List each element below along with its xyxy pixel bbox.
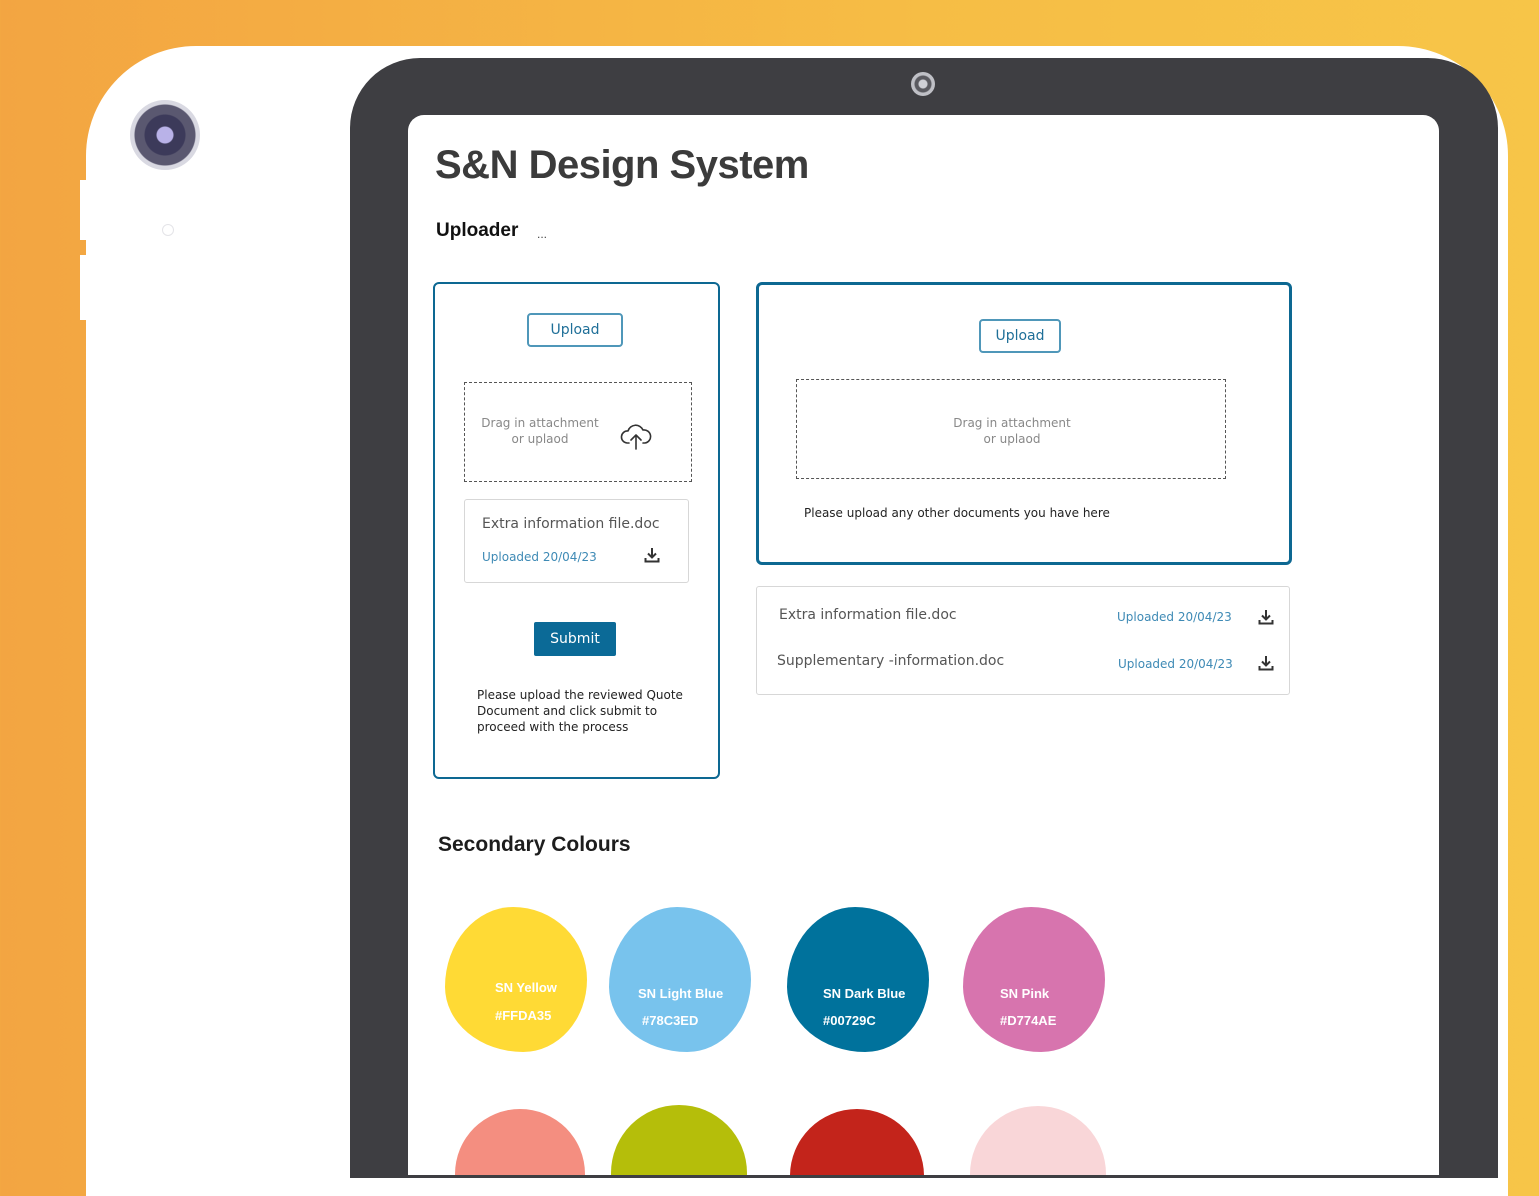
download-icon[interactable] bbox=[1258, 655, 1274, 671]
swatch-name: SN Dark Blue bbox=[823, 986, 906, 1001]
colour-swatch-yellow: SN Yellow #FFDA35 bbox=[445, 907, 587, 1052]
page-title: S&N Design System bbox=[435, 143, 809, 187]
file-upload-date: Uploaded 20/04/23 bbox=[482, 550, 597, 564]
swatch-name: SN Pink bbox=[1000, 986, 1050, 1001]
tablet-screen: S&N Design System Uploader ... Upload Dr… bbox=[408, 115, 1439, 1175]
swatch-blob bbox=[963, 907, 1105, 1052]
cloud-upload-icon bbox=[620, 424, 652, 450]
device-side-button bbox=[80, 180, 90, 240]
uploaded-files-list: Extra information file.doc Uploaded 20/0… bbox=[756, 586, 1290, 695]
dropzone-text-line1: Drag in attachment bbox=[481, 416, 599, 430]
swatch-blob bbox=[609, 907, 751, 1052]
uploaded-file-card: Extra information file.doc Uploaded 20/0… bbox=[464, 499, 689, 583]
file-upload-date: Uploaded 20/04/23 bbox=[1118, 657, 1233, 671]
colour-swatch-lime bbox=[611, 1105, 747, 1175]
swatch-hex: #00729C bbox=[823, 1013, 876, 1028]
section-more-indicator: ... bbox=[537, 227, 548, 241]
uploader-card-compact: Upload Drag in attachment or uplaod Extr… bbox=[433, 282, 720, 779]
section-title-uploader: Uploader bbox=[436, 220, 519, 241]
instruction-text: Please upload any other documents you ha… bbox=[804, 506, 1110, 520]
dropzone[interactable]: Drag in attachment or uplaod bbox=[796, 379, 1226, 479]
dropzone-text-line2: or uplaod bbox=[983, 432, 1041, 446]
swatch-name: SN Light Blue bbox=[638, 986, 724, 1001]
file-upload-date: Uploaded 20/04/23 bbox=[1117, 610, 1232, 624]
dropzone-text-line1: Drag in attachment bbox=[953, 416, 1071, 430]
submit-button[interactable]: Submit bbox=[534, 622, 616, 656]
swatch-name: SN Yellow bbox=[495, 980, 557, 995]
instruction-line: Please upload the reviewed Quote bbox=[477, 688, 683, 702]
file-name: Extra information file.doc bbox=[482, 516, 660, 532]
section-title-colours: Secondary Colours bbox=[438, 833, 631, 856]
device-side-button bbox=[80, 255, 90, 320]
dropzone-text-line2: or uplaod bbox=[511, 432, 569, 446]
colour-swatch-pink: SN Pink #D774AE bbox=[963, 907, 1105, 1052]
upload-button[interactable]: Upload bbox=[979, 319, 1061, 353]
dropzone[interactable]: Drag in attachment or uplaod bbox=[464, 382, 692, 482]
colour-swatch-light-blue: SN Light Blue #78C3ED bbox=[609, 907, 751, 1052]
swatch-blob bbox=[787, 907, 929, 1052]
instruction-line: Document and click submit to bbox=[477, 704, 658, 718]
colour-swatch-red bbox=[790, 1109, 924, 1175]
device-sensor bbox=[162, 224, 174, 236]
colour-swatch-dark-blue: SN Dark Blue #00729C bbox=[787, 907, 929, 1052]
uploader-card-wide: Upload Drag in attachment or uplaod Plea… bbox=[756, 282, 1292, 565]
file-name: Supplementary -information.doc bbox=[777, 653, 1005, 669]
instruction-line: proceed with the process bbox=[477, 720, 629, 734]
tablet-camera-icon bbox=[911, 72, 935, 96]
upload-button[interactable]: Upload bbox=[527, 313, 623, 347]
colour-swatch-light-pink bbox=[970, 1106, 1106, 1175]
swatch-hex: #D774AE bbox=[1000, 1013, 1057, 1028]
swatch-hex: #78C3ED bbox=[642, 1013, 699, 1028]
colour-swatch-salmon bbox=[455, 1109, 585, 1175]
download-icon[interactable] bbox=[644, 547, 660, 563]
device-camera-icon bbox=[130, 100, 200, 170]
swatch-hex: #FFDA35 bbox=[495, 1008, 552, 1023]
file-name: Extra information file.doc bbox=[779, 607, 957, 623]
download-icon[interactable] bbox=[1258, 609, 1274, 625]
